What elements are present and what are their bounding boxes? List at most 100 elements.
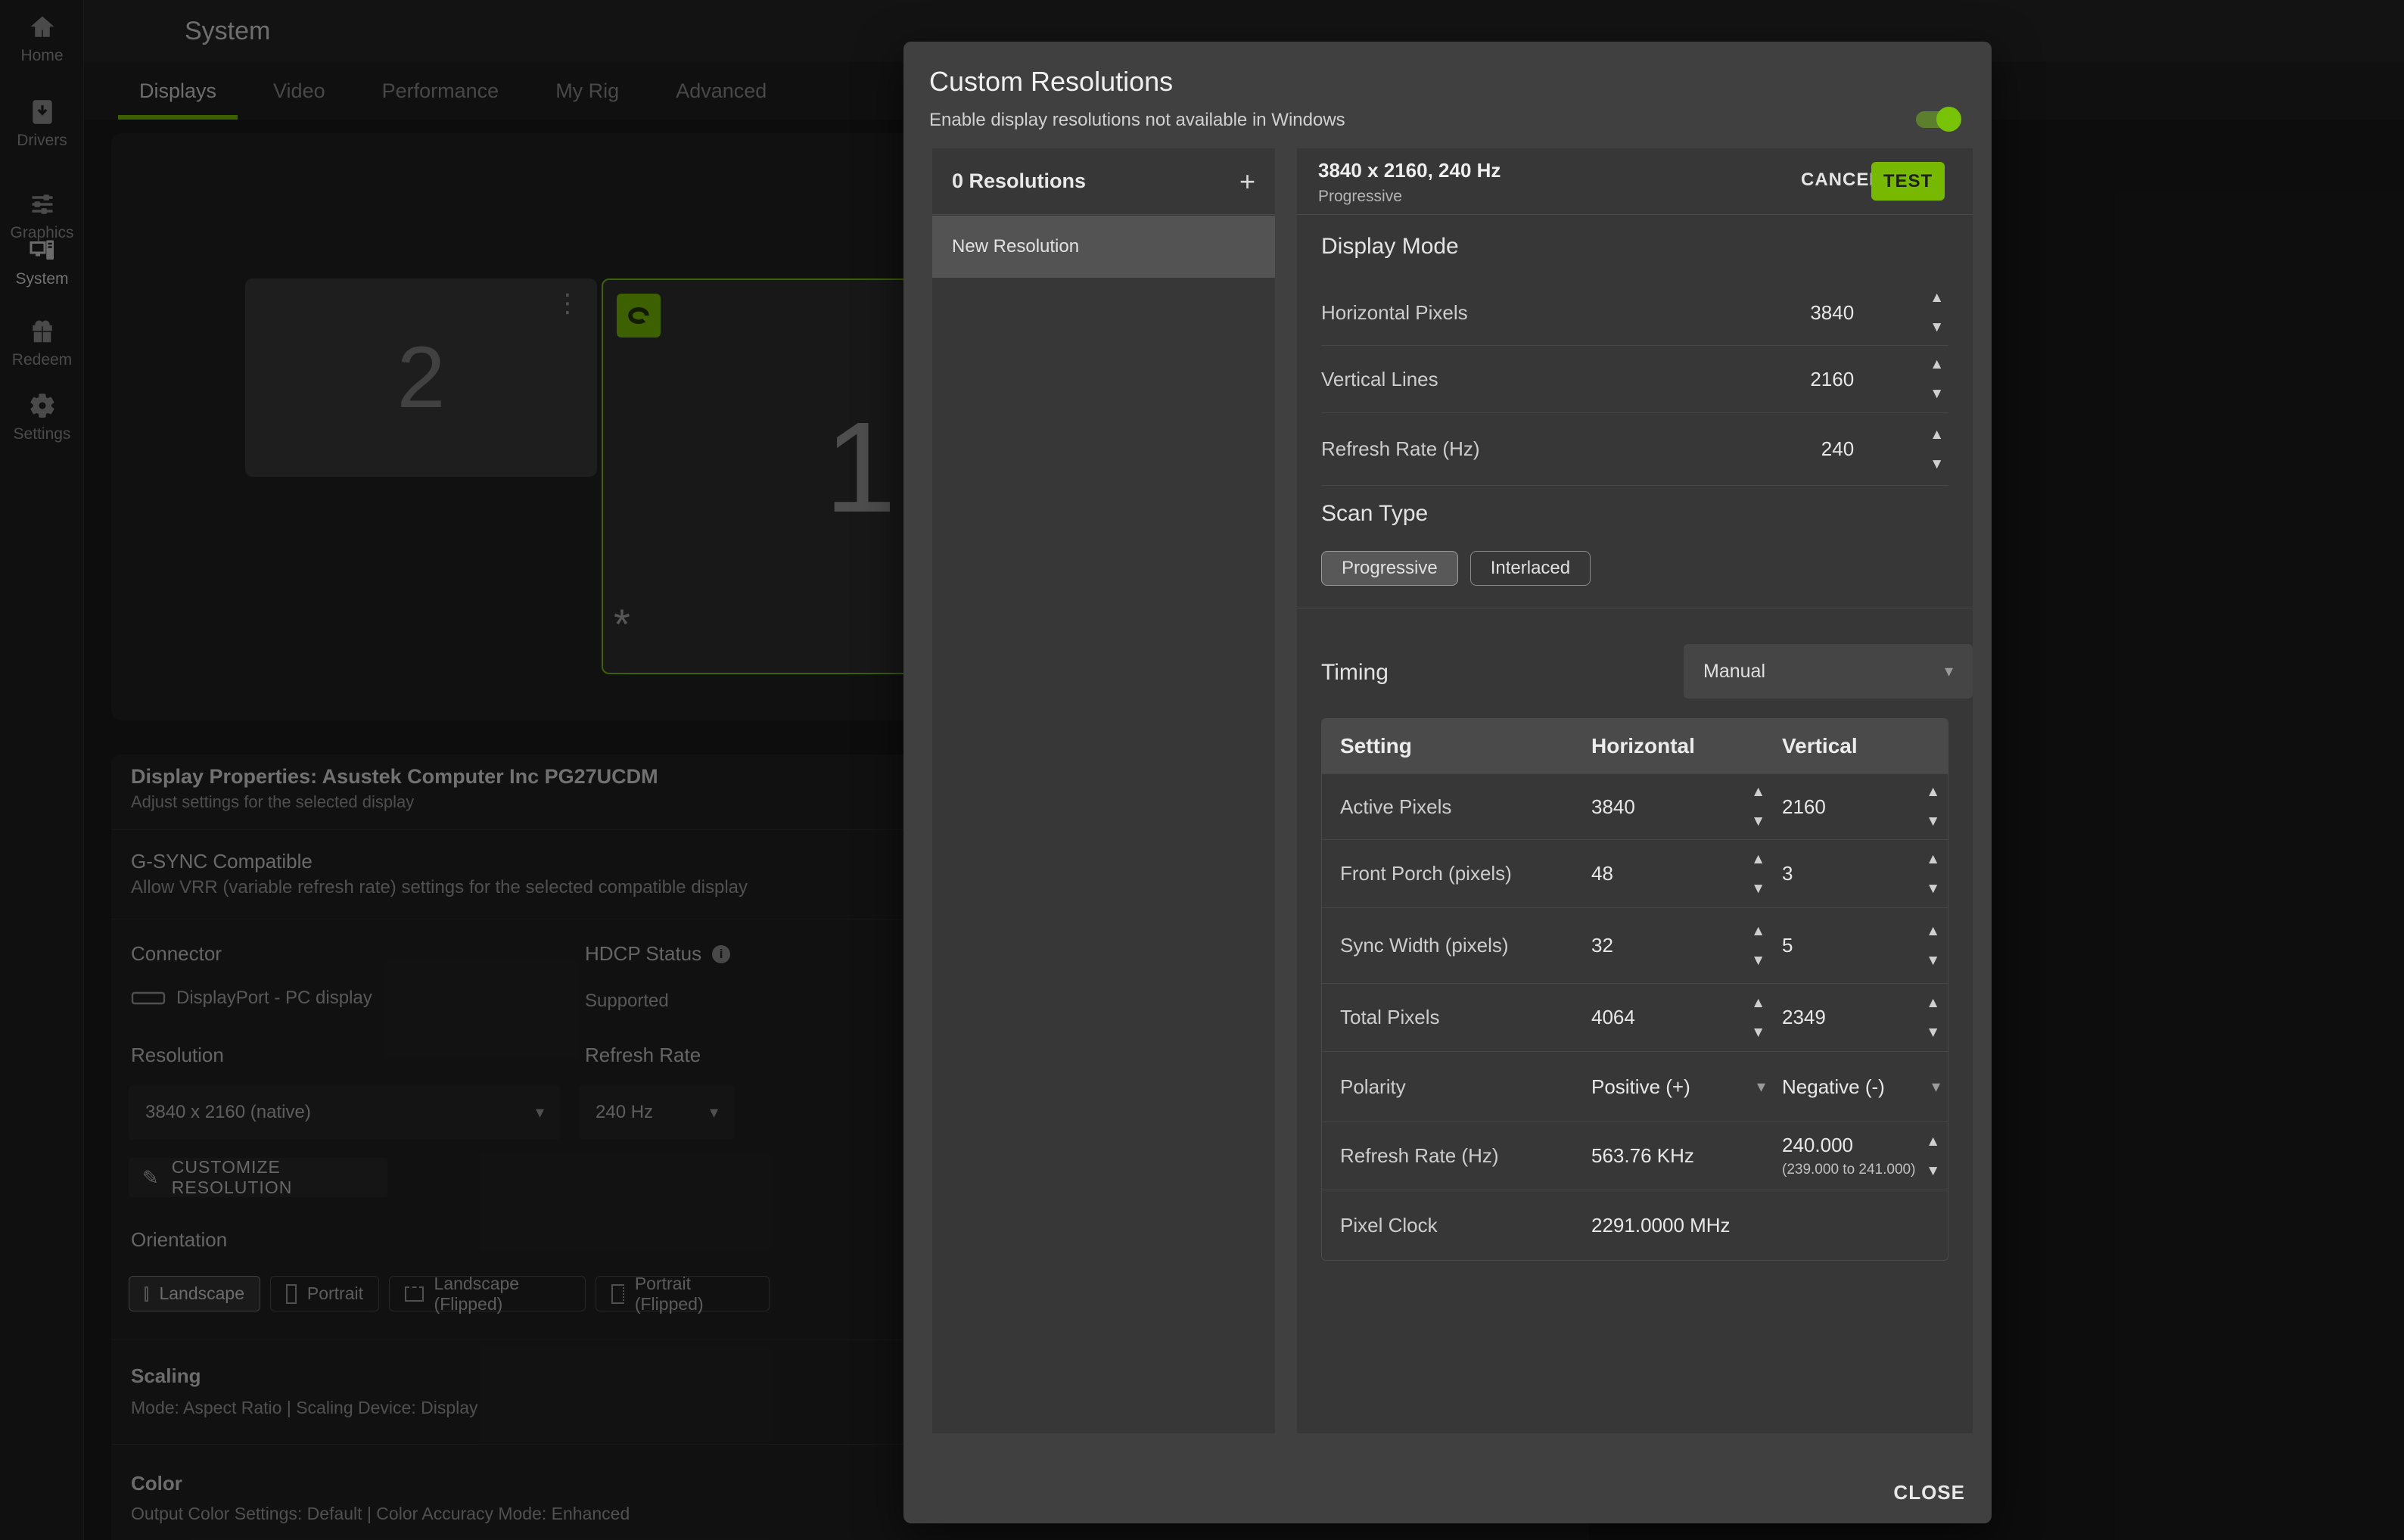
value-stepper[interactable]: ▲▼ [1926,785,1940,829]
stepper-up-icon[interactable]: ▲ [1930,291,1944,305]
resolution-list-item-selected[interactable]: New Resolution [932,216,1275,278]
value-stepper[interactable]: ▲▼ [1751,996,1765,1040]
chevron-down-icon: ▾ [1945,661,1953,681]
scan-type-heading: Scan Type [1321,501,1428,527]
cell-value[interactable]: 2349 [1782,1006,1826,1029]
stepper-down-icon[interactable]: ▼ [1751,954,1765,968]
cell-value: Positive (+) [1591,1075,1690,1099]
row-label: Sync Width (pixels) [1340,934,1591,957]
stepper-down-icon[interactable]: ▼ [1930,320,1944,334]
enable-custom-resolutions-toggle[interactable] [1916,107,1961,132]
scan-interlaced-button[interactable]: Interlaced [1470,551,1591,586]
chevron-down-icon: ▾ [1757,1077,1765,1097]
stepper-up-icon[interactable]: ▲ [1751,785,1765,799]
stepper-up-icon[interactable]: ▲ [1751,996,1765,1010]
cell-value: 563.76 KHz [1591,1144,1694,1168]
cell-value-range: (239.000 to 241.000) [1782,1162,1915,1178]
cell-value[interactable]: 48 [1591,862,1613,885]
stepper-up-icon[interactable]: ▲ [1930,428,1944,442]
polarity-horizontal-select[interactable]: Positive (+) ▾ [1591,1075,1765,1099]
resolutions-count: 0 Resolutions [952,170,1086,193]
table-row-front-porch: Front Porch (pixels) 48▲▼ 3▲▼ [1322,839,1948,907]
custom-resolutions-modal: Custom Resolutions Enable display resolu… [903,42,1992,1523]
stepper-up-icon[interactable]: ▲ [1926,785,1940,799]
scan-option-label: Progressive [1342,558,1438,579]
column-header: Vertical [1782,734,1948,758]
value-stepper[interactable]: ▲▼ [1926,924,1940,968]
value-stepper[interactable]: ▲▼ [1926,996,1940,1040]
value-stepper[interactable]: ▲▼ [1751,785,1765,829]
stepper-up-icon[interactable]: ▲ [1930,357,1944,372]
scan-option-label: Interlaced [1491,558,1570,579]
stepper-down-icon[interactable]: ▼ [1926,814,1940,829]
test-button[interactable]: TEST [1871,162,1945,201]
modal-title: Custom Resolutions [929,66,1173,98]
display-mode-heading: Display Mode [1321,234,1459,260]
cell-value: 2291.0000 MHz [1591,1214,1731,1237]
table-row-polarity: Polarity Positive (+)▾ Negative (-)▾ [1322,1051,1948,1122]
add-resolution-icon[interactable]: + [1239,166,1255,198]
stepper-down-icon[interactable]: ▼ [1930,387,1944,401]
table-row-total-pixels: Total Pixels 4064▲▼ 2349▲▼ [1322,983,1948,1051]
toggle-knob [1936,107,1961,132]
modal-subtitle: Enable display resolutions not available… [929,110,1345,131]
cell-value[interactable]: 5 [1782,934,1793,957]
cell-value[interactable]: 4064 [1591,1006,1635,1029]
stepper-up-icon[interactable]: ▲ [1751,924,1765,938]
refresh-rate-row: Refresh Rate (Hz) 240 ▲ ▼ [1321,413,1948,486]
stepper-up-icon[interactable]: ▲ [1926,996,1940,1010]
stepper-down-icon[interactable]: ▼ [1751,882,1765,896]
value-stepper[interactable]: ▲▼ [1751,852,1765,896]
cell-value[interactable]: 3840 [1591,795,1635,819]
stepper-down-icon[interactable]: ▼ [1926,1164,1940,1178]
stepper-down-icon[interactable]: ▼ [1926,1025,1940,1040]
stepper-up-icon[interactable]: ▲ [1751,852,1765,866]
horizontal-pixels-row: Horizontal Pixels 3840 ▲ ▼ [1321,280,1948,346]
value-stepper[interactable]: ▲▼ [1751,924,1765,968]
table-row-pixel-clock: Pixel Clock 2291.0000 MHz [1322,1190,1948,1260]
stepper-up-icon[interactable]: ▲ [1926,852,1940,866]
value-stepper[interactable]: ▲▼ [1926,1134,1940,1178]
polarity-vertical-select[interactable]: Negative (-) ▾ [1782,1075,1948,1099]
close-button[interactable]: CLOSE [1874,1481,1965,1504]
field-value[interactable]: 240 [1672,437,1854,461]
table-row-sync-width: Sync Width (pixels) 32▲▼ 5▲▼ [1322,907,1948,983]
stepper-down-icon[interactable]: ▼ [1930,457,1944,471]
cell-value[interactable]: 3 [1782,862,1793,885]
value-stepper[interactable]: ▲ ▼ [1930,291,1944,334]
resolution-list-item-label: New Resolution [952,236,1079,257]
value-stepper[interactable]: ▲▼ [1926,852,1940,896]
stepper-down-icon[interactable]: ▼ [1751,814,1765,829]
row-label: Front Porch (pixels) [1340,862,1591,885]
timing-label: Timing [1321,660,1389,686]
chevron-down-icon: ▾ [1932,1077,1940,1097]
field-value[interactable]: 3840 [1672,301,1854,325]
stepper-down-icon[interactable]: ▼ [1751,1025,1765,1040]
column-header: Setting [1340,734,1591,758]
detail-subtitle: Progressive [1318,188,1402,206]
timing-table-header: Setting Horizontal Vertical [1322,719,1948,773]
timing-select[interactable]: Manual ▾ [1684,644,1973,698]
detail-header: 3840 x 2160, 240 Hz Progressive CANCEL T… [1297,148,1973,215]
cell-value[interactable]: 32 [1591,934,1613,957]
stepper-up-icon[interactable]: ▲ [1926,1134,1940,1149]
scan-progressive-button[interactable]: Progressive [1321,551,1458,586]
row-label: Pixel Clock [1340,1214,1591,1237]
value-stepper[interactable]: ▲ ▼ [1930,428,1944,471]
nvidia-app-screen: Home Drivers Graphics System Redeem Sett… [0,0,2404,1540]
stepper-down-icon[interactable]: ▼ [1926,882,1940,896]
value-stepper[interactable]: ▲ ▼ [1930,357,1944,401]
cancel-button[interactable]: CANCEL [1801,170,1881,191]
cell-value[interactable]: 240.000 [1782,1134,1853,1156]
detail-title: 3840 x 2160, 240 Hz [1318,159,1501,182]
stepper-down-icon[interactable]: ▼ [1926,954,1940,968]
row-label: Total Pixels [1340,1006,1591,1029]
resolutions-list-header: 0 Resolutions + [932,148,1275,215]
timing-select-value: Manual [1703,661,1765,683]
field-label: Vertical Lines [1321,368,1672,391]
cell-value: Negative (-) [1782,1075,1885,1099]
stepper-up-icon[interactable]: ▲ [1926,924,1940,938]
field-value[interactable]: 2160 [1672,368,1854,391]
cell-value[interactable]: 2160 [1782,795,1826,819]
field-label: Refresh Rate (Hz) [1321,437,1672,461]
